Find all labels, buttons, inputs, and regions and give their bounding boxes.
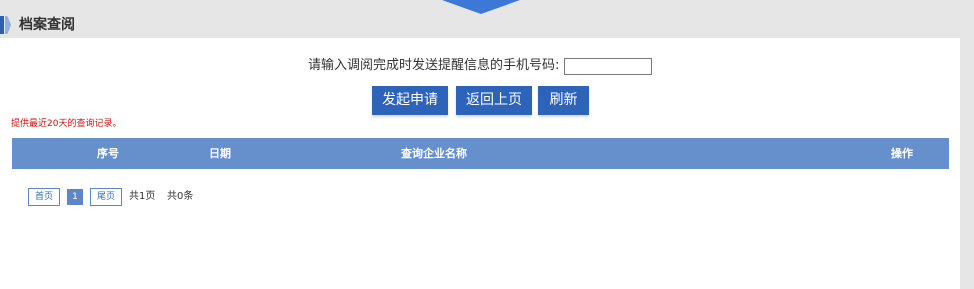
phone-label: 请输入调阅完成时发送提醒信息的手机号码:	[308, 58, 560, 73]
total-records: 共0条	[167, 191, 194, 202]
header-accent-bar	[0, 16, 4, 34]
first-page-button[interactable]: 首页	[28, 188, 60, 206]
column-header-date: 日期	[209, 147, 231, 160]
main-panel: 请输入调阅完成时发送提醒信息的手机号码: 发起申请 返回上页 刷新 提供最近20…	[0, 38, 960, 289]
back-button[interactable]: 返回上页	[456, 86, 532, 115]
phone-input[interactable]	[564, 58, 652, 75]
column-header-actions: 操作	[891, 147, 913, 160]
table-header: 序号 日期 查询企业名称 操作	[12, 138, 949, 169]
current-page-button[interactable]: 1	[67, 189, 83, 205]
refresh-button[interactable]: 刷新	[538, 86, 589, 115]
apply-button[interactable]: 发起申请	[372, 86, 448, 115]
total-pages: 共1页	[129, 191, 156, 202]
last-page-button[interactable]: 尾页	[90, 188, 122, 206]
column-header-company-name: 查询企业名称	[401, 147, 467, 160]
page-header: 档案查阅	[0, 12, 974, 38]
records-notice: 提供最近20天的查询记录。	[11, 119, 122, 129]
column-header-index: 序号	[97, 147, 119, 160]
page-title: 档案查阅	[19, 17, 75, 33]
header-chevron-icon	[5, 16, 11, 34]
